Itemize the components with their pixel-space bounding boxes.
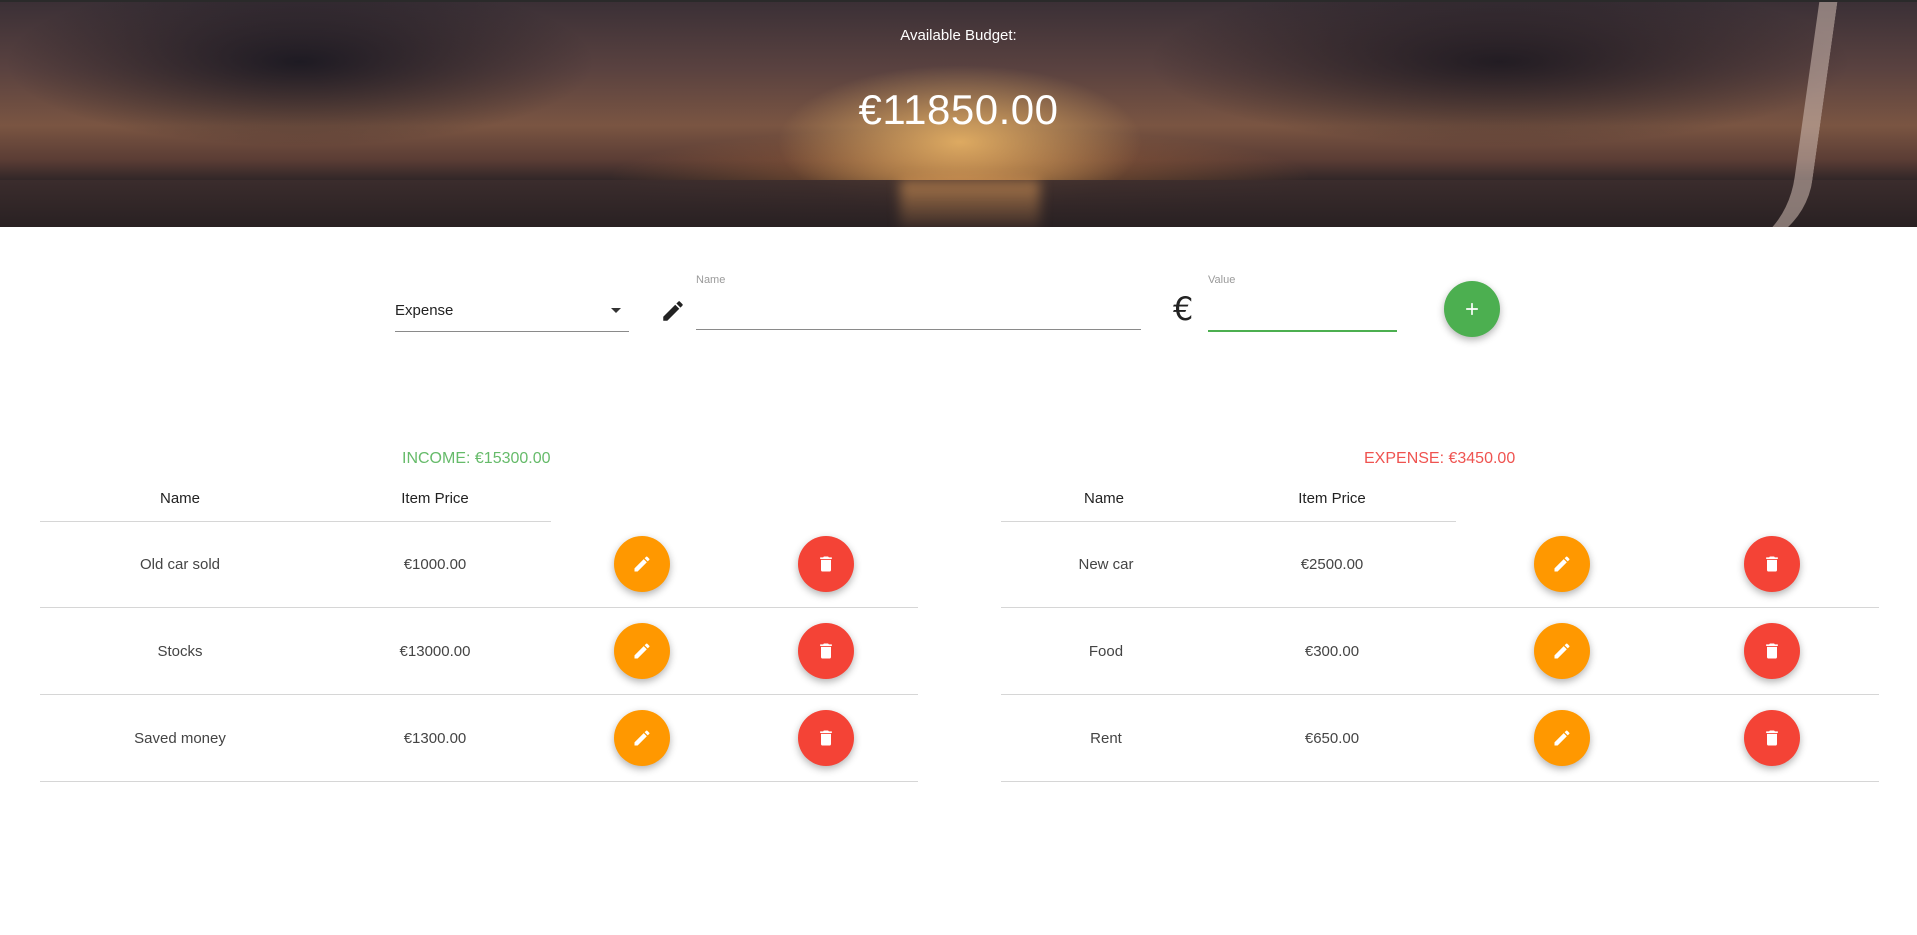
budget-header: Available Budget: €11850.00 [0,0,1917,227]
delete-button[interactable] [1744,623,1800,679]
value-field-label: Value [1208,274,1236,286]
delete-button[interactable] [798,623,854,679]
table-row: New car €2500.00 [1001,522,1879,608]
trash-icon [1766,730,1778,746]
name-input[interactable] [696,292,1141,330]
row-price: €1300.00 [403,730,467,747]
table-row: Rent €650.00 [1001,696,1879,782]
row-price: €650.00 [1304,730,1360,747]
pencil-icon [1554,556,1570,572]
delete-button[interactable] [1744,536,1800,592]
income-header-price: Item Price [401,490,469,507]
trash-icon [820,556,832,572]
name-field: Name [696,274,1141,332]
row-name: Rent [1090,730,1122,747]
pencil-icon [634,643,650,659]
euro-icon: € [1173,290,1194,328]
available-budget-label: Available Budget: [900,27,1017,44]
row-name: New car [1078,556,1134,573]
pencil-icon [634,730,650,746]
pencil-icon [1554,730,1570,746]
trash-icon [1766,643,1778,659]
add-item-button[interactable] [1444,281,1500,337]
table-row: Stocks €13000.00 [40,609,918,695]
trash-icon [820,730,832,746]
edit-button[interactable] [1534,623,1590,679]
name-field-label: Name [696,274,726,286]
expense-header-price: Item Price [1298,490,1366,507]
row-price: €300.00 [1304,643,1360,660]
available-budget-amount: €11850.00 [858,86,1059,133]
edit-button[interactable] [1534,710,1590,766]
edit-button[interactable] [1534,536,1590,592]
value-field: Value [1208,274,1397,334]
trash-icon [1766,556,1778,572]
trash-icon [820,643,832,659]
table-row: Saved money €1300.00 [40,696,918,782]
row-price: €2500.00 [1300,556,1364,573]
row-price: €13000.00 [399,643,471,660]
row-name: Food [1088,643,1124,660]
row-price: €1000.00 [403,556,467,573]
delete-button[interactable] [798,710,854,766]
expense-header-name: Name [1083,490,1124,507]
edit-button[interactable] [614,710,670,766]
row-name: Stocks [157,643,203,660]
delete-button[interactable] [1744,710,1800,766]
value-input[interactable] [1208,292,1397,332]
income-total-title: INCOME: €15300.00 [402,450,551,467]
edit-button[interactable] [614,536,670,592]
chevron-down-icon [611,308,621,313]
pencil-icon [663,301,683,321]
edit-button[interactable] [614,623,670,679]
expense-total-title: EXPENSE: €3450.00 [1364,450,1516,467]
table-row: Food €300.00 [1001,609,1879,695]
row-name: Saved money [134,730,226,747]
income-header-name: Name [159,490,200,507]
type-select[interactable]: Expense [395,294,629,332]
row-name: Old car sold [139,556,221,573]
delete-button[interactable] [798,536,854,592]
type-select-value: Expense [395,302,454,319]
pencil-icon [1554,643,1570,659]
plus-icon [1466,303,1478,315]
header-background-sun [900,180,1040,227]
pencil-icon [634,556,650,572]
table-row: Old car sold €1000.00 [40,522,918,608]
